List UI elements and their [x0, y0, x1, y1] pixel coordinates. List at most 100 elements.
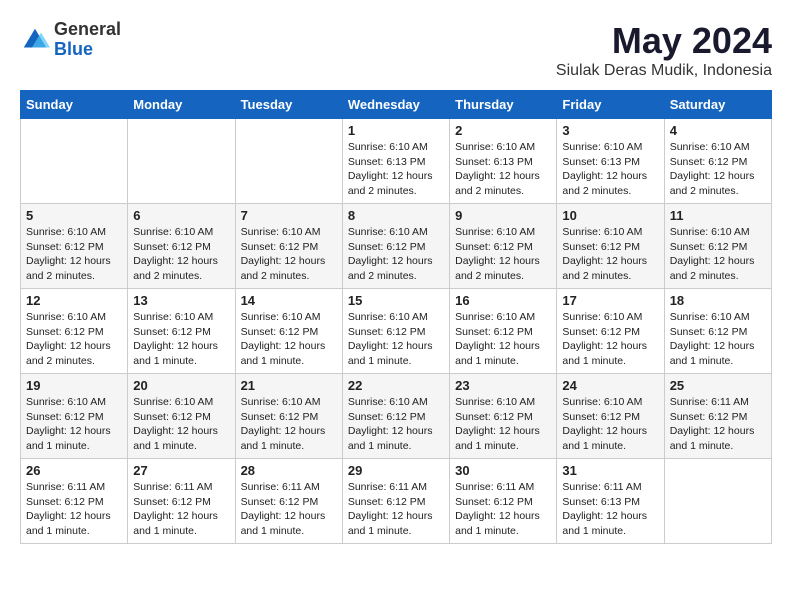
- calendar-cell: 1 Sunrise: 6:10 AMSunset: 6:13 PMDaylight…: [342, 119, 449, 204]
- calendar-cell: 23 Sunrise: 6:10 AMSunset: 6:12 PMDayligh…: [450, 374, 557, 459]
- day-info: Sunrise: 6:10 AMSunset: 6:12 PMDaylight:…: [348, 225, 444, 284]
- day-number: 7: [241, 208, 337, 223]
- calendar-week-row: 1 Sunrise: 6:10 AMSunset: 6:13 PMDaylight…: [21, 119, 772, 204]
- calendar-cell: 6Sunrise: 6:10 AMSunset: 6:12 PMDaylight…: [128, 204, 235, 289]
- day-info: Sunrise: 6:10 AMSunset: 6:12 PMDaylight:…: [133, 225, 229, 284]
- header-monday: Monday: [128, 91, 235, 119]
- day-info: Sunrise: 6:10 AMSunset: 6:12 PMDaylight:…: [455, 395, 551, 454]
- logo: General Blue: [20, 20, 121, 60]
- calendar-cell: 8 Sunrise: 6:10 AMSunset: 6:12 PMDaylight…: [342, 204, 449, 289]
- day-number: 24: [562, 378, 658, 393]
- header-saturday: Saturday: [664, 91, 771, 119]
- calendar-cell: 14 Sunrise: 6:10 AMSunset: 6:12 PMDayligh…: [235, 289, 342, 374]
- day-info: Sunrise: 6:10 AMSunset: 6:12 PMDaylight:…: [241, 395, 337, 454]
- calendar-cell: 26 Sunrise: 6:11 AMSunset: 6:12 PMDayligh…: [21, 459, 128, 544]
- day-info: Sunrise: 6:11 AMSunset: 6:12 PMDaylight:…: [670, 395, 766, 454]
- calendar-cell: [21, 119, 128, 204]
- calendar-cell: 16 Sunrise: 6:10 AMSunset: 6:12 PMDayligh…: [450, 289, 557, 374]
- logo-blue-text: Blue: [54, 40, 121, 60]
- calendar-cell: 11 Sunrise: 6:10 AMSunset: 6:12 PMDayligh…: [664, 204, 771, 289]
- day-number: 18: [670, 293, 766, 308]
- header-wednesday: Wednesday: [342, 91, 449, 119]
- calendar-cell: 5Sunrise: 6:10 AMSunset: 6:12 PMDaylight…: [21, 204, 128, 289]
- calendar-week-row: 12 Sunrise: 6:10 AMSunset: 6:12 PMDayligh…: [21, 289, 772, 374]
- day-info: Sunrise: 6:10 AMSunset: 6:12 PMDaylight:…: [348, 395, 444, 454]
- day-info: Sunrise: 6:10 AMSunset: 6:12 PMDaylight:…: [670, 225, 766, 284]
- day-info: Sunrise: 6:10 AMSunset: 6:12 PMDaylight:…: [26, 310, 122, 369]
- day-number: 29: [348, 463, 444, 478]
- day-number: 8: [348, 208, 444, 223]
- header-thursday: Thursday: [450, 91, 557, 119]
- day-number: 16: [455, 293, 551, 308]
- day-number: 11: [670, 208, 766, 223]
- day-number: 30: [455, 463, 551, 478]
- day-info: Sunrise: 6:10 AMSunset: 6:12 PMDaylight:…: [241, 310, 337, 369]
- day-number: 19: [26, 378, 122, 393]
- day-number: 12: [26, 293, 122, 308]
- day-info: Sunrise: 6:10 AMSunset: 6:13 PMDaylight:…: [348, 140, 444, 199]
- calendar-header-row: SundayMondayTuesdayWednesdayThursdayFrid…: [21, 91, 772, 119]
- title-area: May 2024 Siulak Deras Mudik, Indonesia: [556, 20, 772, 80]
- day-number: 2: [455, 123, 551, 138]
- calendar-cell: 17 Sunrise: 6:10 AMSunset: 6:12 PMDayligh…: [557, 289, 664, 374]
- calendar-cell: 2 Sunrise: 6:10 AMSunset: 6:13 PMDaylight…: [450, 119, 557, 204]
- day-number: 20: [133, 378, 229, 393]
- day-info: Sunrise: 6:10 AMSunset: 6:12 PMDaylight:…: [133, 395, 229, 454]
- calendar-cell: [235, 119, 342, 204]
- header: General Blue May 2024 Siulak Deras Mudik…: [20, 20, 772, 80]
- calendar-cell: 31 Sunrise: 6:11 AMSunset: 6:13 PMDayligh…: [557, 459, 664, 544]
- calendar-cell: 30Sunrise: 6:11 AMSunset: 6:12 PMDayligh…: [450, 459, 557, 544]
- day-number: 14: [241, 293, 337, 308]
- day-info: Sunrise: 6:11 AMSunset: 6:13 PMDaylight:…: [562, 480, 658, 539]
- header-tuesday: Tuesday: [235, 91, 342, 119]
- logo-icon: [20, 25, 50, 55]
- calendar-cell: 7 Sunrise: 6:10 AMSunset: 6:12 PMDaylight…: [235, 204, 342, 289]
- day-number: 23: [455, 378, 551, 393]
- calendar-cell: 13Sunrise: 6:10 AMSunset: 6:12 PMDayligh…: [128, 289, 235, 374]
- logo-text: General Blue: [54, 20, 121, 60]
- day-info: Sunrise: 6:10 AMSunset: 6:13 PMDaylight:…: [455, 140, 551, 199]
- calendar-cell: 25 Sunrise: 6:11 AMSunset: 6:12 PMDayligh…: [664, 374, 771, 459]
- calendar-cell: 9 Sunrise: 6:10 AMSunset: 6:12 PMDaylight…: [450, 204, 557, 289]
- day-number: 4: [670, 123, 766, 138]
- day-number: 3: [562, 123, 658, 138]
- calendar-cell: 21Sunrise: 6:10 AMSunset: 6:12 PMDayligh…: [235, 374, 342, 459]
- day-number: 1: [348, 123, 444, 138]
- day-number: 15: [348, 293, 444, 308]
- calendar-week-row: 5 Sunrise: 6:10 AMSunset: 6:12 PMDaylight…: [21, 204, 772, 289]
- day-info: Sunrise: 6:10 AMSunset: 6:12 PMDaylight:…: [455, 310, 551, 369]
- day-number: 27: [133, 463, 229, 478]
- calendar-cell: [664, 459, 771, 544]
- day-number: 5: [26, 208, 122, 223]
- day-info: Sunrise: 6:11 AMSunset: 6:12 PMDaylight:…: [26, 480, 122, 539]
- calendar-cell: 18 Sunrise: 6:10 AMSunset: 6:12 PMDayligh…: [664, 289, 771, 374]
- calendar-cell: 29 Sunrise: 6:11 AMSunset: 6:12 PMDayligh…: [342, 459, 449, 544]
- calendar-week-row: 26 Sunrise: 6:11 AMSunset: 6:12 PMDayligh…: [21, 459, 772, 544]
- day-info: Sunrise: 6:10 AMSunset: 6:12 PMDaylight:…: [562, 225, 658, 284]
- day-number: 26: [26, 463, 122, 478]
- calendar-cell: 12 Sunrise: 6:10 AMSunset: 6:12 PMDayligh…: [21, 289, 128, 374]
- day-info: Sunrise: 6:11 AMSunset: 6:12 PMDaylight:…: [348, 480, 444, 539]
- day-info: Sunrise: 6:10 AMSunset: 6:12 PMDaylight:…: [455, 225, 551, 284]
- calendar-week-row: 19 Sunrise: 6:10 AMSunset: 6:12 PMDayligh…: [21, 374, 772, 459]
- day-number: 13: [133, 293, 229, 308]
- day-info: Sunrise: 6:10 AMSunset: 6:12 PMDaylight:…: [348, 310, 444, 369]
- day-number: 25: [670, 378, 766, 393]
- day-info: Sunrise: 6:10 AMSunset: 6:13 PMDaylight:…: [562, 140, 658, 199]
- day-number: 31: [562, 463, 658, 478]
- day-number: 17: [562, 293, 658, 308]
- calendar-cell: 19Sunrise: 6:10 AMSunset: 6:12 PMDayligh…: [21, 374, 128, 459]
- header-friday: Friday: [557, 91, 664, 119]
- calendar-cell: 4Sunrise: 6:10 AMSunset: 6:12 PMDaylight…: [664, 119, 771, 204]
- day-info: Sunrise: 6:10 AMSunset: 6:12 PMDaylight:…: [562, 395, 658, 454]
- logo-general-text: General: [54, 20, 121, 40]
- day-number: 9: [455, 208, 551, 223]
- calendar-cell: 22 Sunrise: 6:10 AMSunset: 6:12 PMDayligh…: [342, 374, 449, 459]
- main-title: May 2024: [556, 20, 772, 62]
- subtitle: Siulak Deras Mudik, Indonesia: [556, 62, 772, 80]
- day-info: Sunrise: 6:10 AMSunset: 6:12 PMDaylight:…: [562, 310, 658, 369]
- day-number: 22: [348, 378, 444, 393]
- day-info: Sunrise: 6:10 AMSunset: 6:12 PMDaylight:…: [241, 225, 337, 284]
- day-info: Sunrise: 6:10 AMSunset: 6:12 PMDaylight:…: [670, 310, 766, 369]
- calendar-cell: 20 Sunrise: 6:10 AMSunset: 6:12 PMDayligh…: [128, 374, 235, 459]
